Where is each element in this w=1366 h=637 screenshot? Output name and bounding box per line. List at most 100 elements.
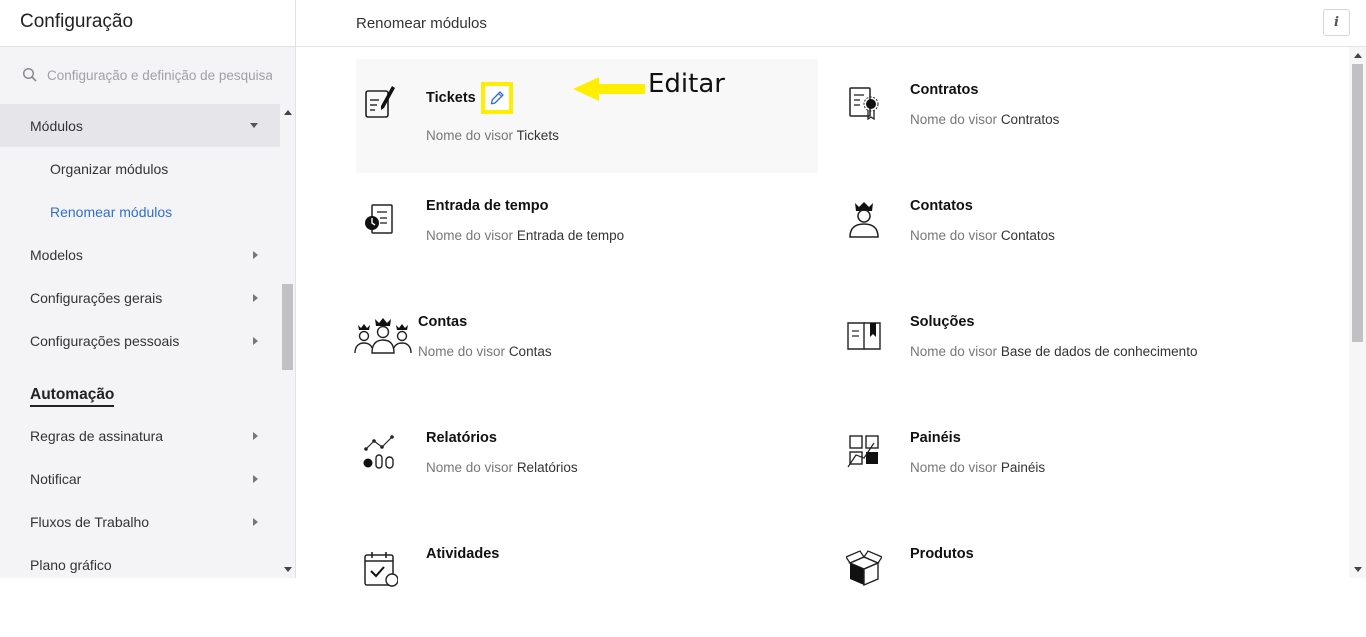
module-display-name: Nome do visor Contratos <box>910 112 1059 127</box>
annotation-label: Editar <box>648 69 725 99</box>
main-header: Renomear módulos i <box>296 0 1366 47</box>
sidebar-item-modules[interactable]: Módulos <box>0 104 280 147</box>
module-card-contracts[interactable]: Contratos Nome do visor Contratos <box>840 59 1302 173</box>
module-name: Atividades <box>426 546 499 562</box>
time-entry-icon <box>365 204 393 234</box>
display-name-value: Contas <box>508 344 552 359</box>
module-name-label: Painéis <box>910 430 961 446</box>
module-name-label: Entrada de tempo <box>426 198 549 214</box>
scroll-down-icon[interactable] <box>284 567 292 572</box>
sidebar-item-label: Configurações pessoais <box>30 332 180 349</box>
ticket-edit-icon <box>365 86 395 118</box>
module-card-time-entry[interactable]: Entrada de tempo Nome do visor Entrada d… <box>356 175 818 289</box>
module-card-solutions[interactable]: Soluções Nome do visor Base de dados de … <box>840 291 1302 405</box>
module-name: Entrada de tempo <box>426 198 624 214</box>
module-text: Soluções Nome do visor Base de dados de … <box>910 314 1197 405</box>
search-bar <box>0 47 295 103</box>
sidebar-item-general-settings[interactable]: Configurações gerais <box>0 276 280 319</box>
dashboard-icon <box>847 435 879 468</box>
calendar-icon <box>364 552 398 587</box>
module-display-name: Nome do visor Base de dados de conhecime… <box>910 344 1197 359</box>
chevron-right-icon <box>253 517 258 526</box>
sidebar-item-blueprint[interactable]: Plano gráfico <box>0 543 280 578</box>
info-button[interactable]: i <box>1323 9 1350 36</box>
module-card-dashboards[interactable]: Painéis Nome do visor Painéis <box>840 407 1302 521</box>
display-name-value: Tickets <box>516 128 559 143</box>
reports-icon <box>363 435 394 469</box>
sidebar-item-signature-rules[interactable]: Regras de assinatura <box>0 414 280 457</box>
module-name: Contatos <box>910 198 1055 214</box>
module-name: Contas <box>418 314 552 330</box>
scroll-up-icon[interactable] <box>284 110 292 115</box>
sidebar-title: Configuração <box>20 11 134 32</box>
sidebar-item-rename-modules[interactable]: Renomear módulos <box>0 190 280 233</box>
display-name-label: Nome do visor <box>910 112 998 127</box>
display-name-label: Nome do visor <box>910 228 998 243</box>
sidebar-item-label: Módulos <box>30 117 83 134</box>
box-icon <box>846 550 882 587</box>
pencil-icon <box>490 91 504 105</box>
sidebar-item-label: Organizar módulos <box>50 160 169 177</box>
sidebar: Configuração Módulos Organizar módulos R… <box>0 0 296 578</box>
info-icon: i <box>1334 15 1339 30</box>
display-name-value: Contratos <box>1000 112 1060 127</box>
sidebar-scrollbar[interactable] <box>280 104 295 578</box>
display-name-value: Relatórios <box>516 460 578 475</box>
chevron-right-icon <box>253 336 258 345</box>
display-name-value: Painéis <box>1000 460 1046 475</box>
sidebar-item-label: Modelos <box>30 246 83 263</box>
sidebar-item-workflows[interactable]: Fluxos de Trabalho <box>0 500 280 543</box>
module-display-name: Nome do visor Contas <box>418 344 552 359</box>
main-scroll-thumb[interactable] <box>1352 64 1363 342</box>
edit-button[interactable] <box>480 82 513 114</box>
module-card-accounts[interactable]: Contas Nome do visor Contas <box>354 291 818 405</box>
module-text: Contatos Nome do visor Contatos <box>910 198 1055 289</box>
module-text: Produtos <box>910 546 974 637</box>
module-text: Relatórios Nome do visor Relatórios <box>426 430 578 521</box>
module-display-name: Nome do visor Tickets <box>426 128 559 143</box>
module-name: Soluções <box>910 314 1197 330</box>
display-name-label: Nome do visor <box>910 460 998 475</box>
scroll-up-icon[interactable] <box>1354 53 1362 58</box>
chevron-right-icon <box>253 474 258 483</box>
module-name-label: Atividades <box>426 546 500 562</box>
module-card-products[interactable]: Produtos <box>840 523 1302 637</box>
module-display-name: Nome do visor Contatos <box>910 228 1055 243</box>
module-name: Produtos <box>910 546 974 562</box>
module-text: Contas Nome do visor Contas <box>418 314 552 405</box>
sidebar-item-label: Plano gráfico <box>30 556 112 573</box>
module-text: Tickets Nome do visor Tickets <box>426 82 559 173</box>
display-name-label: Nome do visor <box>910 344 998 359</box>
display-name-label: Nome do visor <box>418 344 506 359</box>
sidebar-header: Configuração <box>0 0 295 47</box>
scroll-down-icon[interactable] <box>1354 567 1362 572</box>
chevron-down-icon <box>250 123 258 128</box>
display-name-label: Nome do visor <box>426 228 514 243</box>
sidebar-item-organize-modules[interactable]: Organizar módulos <box>0 147 280 190</box>
module-display-name: Nome do visor Painéis <box>910 460 1045 475</box>
page-title: Renomear módulos <box>356 15 487 32</box>
module-text: Contratos Nome do visor Contratos <box>910 82 1059 173</box>
main-panel: Renomear módulos i Tickets Nome do visor… <box>296 0 1366 587</box>
section-automation-label: Automação <box>30 386 115 407</box>
sidebar-item-label: Configurações gerais <box>30 289 163 306</box>
main-scrollbar[interactable] <box>1349 47 1366 578</box>
accounts-icon <box>354 318 412 354</box>
module-name: Tickets <box>426 82 559 114</box>
sidebar-item-personal-settings[interactable]: Configurações pessoais <box>0 319 280 362</box>
module-card-activities[interactable]: Atividades <box>356 523 818 637</box>
display-name-value: Contatos <box>1000 228 1055 243</box>
module-text: Atividades <box>426 546 499 637</box>
module-card-contacts[interactable]: Contatos Nome do visor Contatos <box>840 175 1302 289</box>
sidebar-item-templates[interactable]: Modelos <box>0 233 280 276</box>
chevron-right-icon <box>253 431 258 440</box>
search-input[interactable] <box>47 67 272 83</box>
module-name-label: Contratos <box>910 82 979 98</box>
module-name: Contratos <box>910 82 1059 98</box>
module-text: Painéis Nome do visor Painéis <box>910 430 1045 521</box>
module-card-reports[interactable]: Relatórios Nome do visor Relatórios <box>356 407 818 521</box>
module-name-label: Contatos <box>910 198 973 214</box>
sidebar-item-notify[interactable]: Notificar <box>0 457 280 500</box>
sidebar-scroll-thumb[interactable] <box>282 284 293 370</box>
module-display-name: Nome do visor Relatórios <box>426 460 578 475</box>
